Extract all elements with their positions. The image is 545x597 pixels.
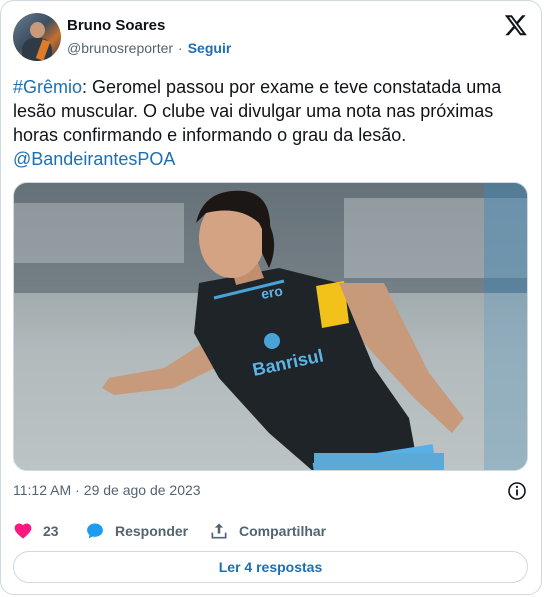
speech-bubble-icon (87, 523, 103, 539)
author-handle[interactable]: @brunosreporter (67, 40, 173, 56)
heart-icon (14, 523, 32, 539)
like-button[interactable]: 23 (13, 521, 85, 541)
timestamp-separator: · (75, 482, 80, 498)
share-icon (211, 523, 227, 539)
read-replies-label: Ler 4 respostas (218, 559, 323, 575)
tweet-date: 29 de ago de 2023 (83, 482, 201, 498)
tweet-card: Bruno Soares @brunosreporter · Seguir #G… (0, 0, 542, 595)
tweet-actions: 23 Responder Compartilhar (13, 519, 326, 543)
hashtag-link[interactable]: #Grêmio (13, 77, 82, 97)
author-name[interactable]: Bruno Soares (67, 17, 165, 34)
mention-link[interactable]: @BandeirantesPOA (13, 149, 175, 169)
photo-scene: Banrisul ero (14, 183, 527, 470)
follow-button[interactable]: Seguir (188, 40, 232, 56)
tweet-photo[interactable]: Banrisul ero (13, 182, 528, 471)
read-replies-button[interactable]: Ler 4 respostas (13, 551, 528, 583)
reply-label: Responder (115, 523, 189, 539)
share-label: Compartilhar (239, 523, 327, 539)
author-handle-row: @brunosreporter · Seguir (67, 40, 231, 56)
like-count: 23 (43, 523, 59, 539)
tweet-text: #Grêmio: Geromel passou por exame e teve… (13, 75, 528, 171)
reply-button[interactable]: Responder (85, 521, 209, 541)
info-icon[interactable] (507, 481, 527, 501)
tweet-body: : Geromel passou por exame e teve consta… (13, 77, 502, 145)
x-logo-icon[interactable] (504, 13, 528, 37)
tweet-timestamp[interactable]: 11:12 AM · 29 de ago de 2023 (13, 482, 201, 498)
separator-dot: · (178, 40, 183, 56)
share-button[interactable]: Compartilhar (209, 521, 326, 541)
avatar[interactable] (13, 13, 61, 61)
tweet-time: 11:12 AM (13, 482, 72, 498)
